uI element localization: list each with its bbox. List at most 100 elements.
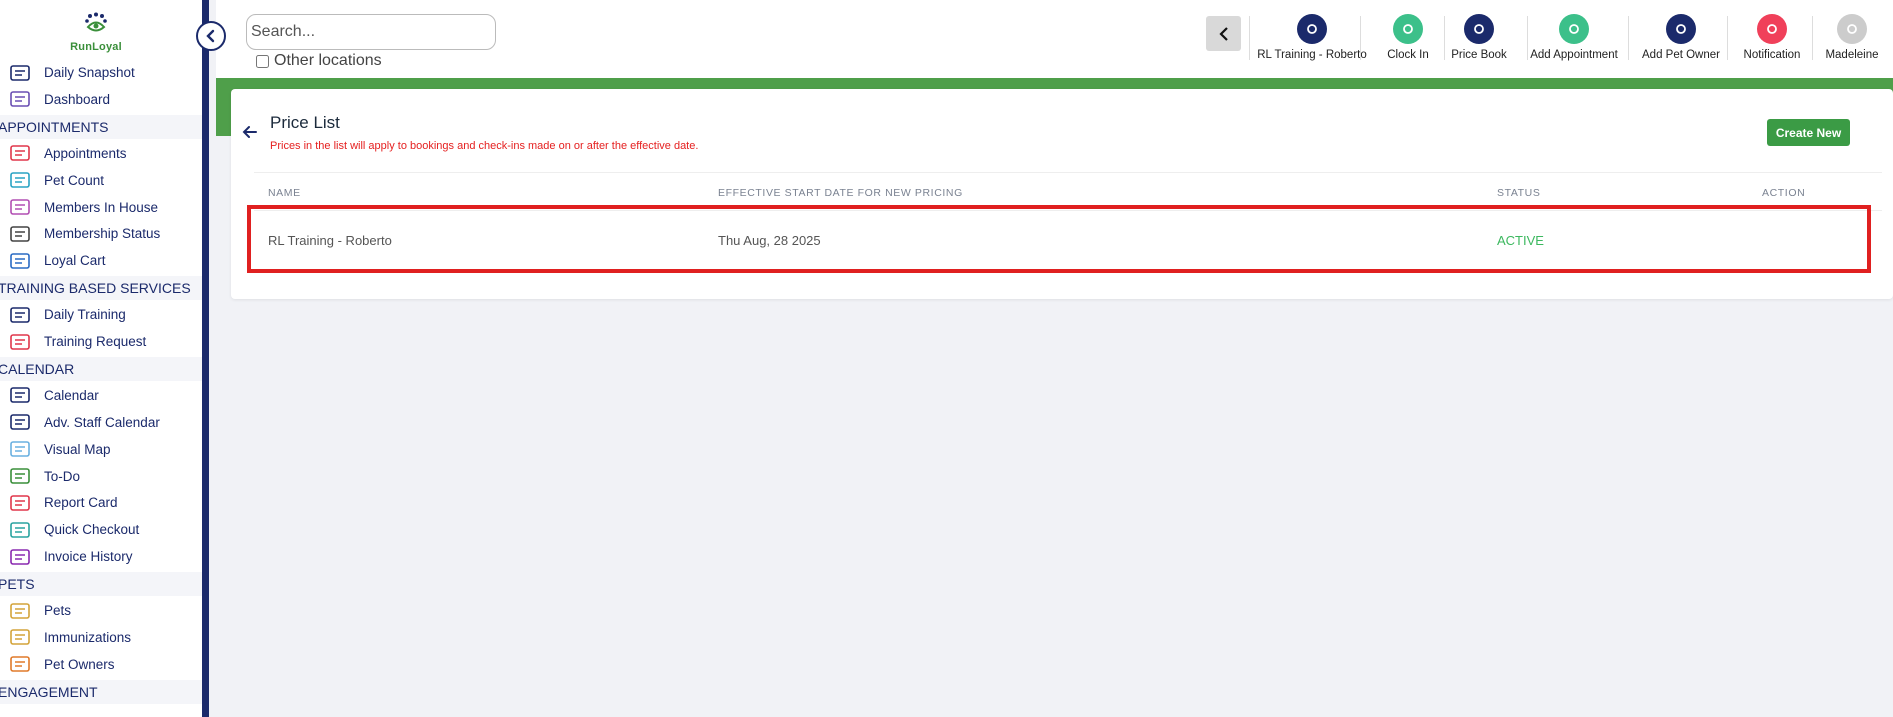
column-header-effective-date[interactable]: EFFECTIVE START DATE FOR NEW PRICING (718, 187, 963, 199)
sidebar-item-label: Membership Status (44, 226, 161, 242)
row-name: RL Training - Roberto (268, 233, 392, 248)
add-calendar-icon (1559, 14, 1589, 44)
sidebar-item-label: Immunizations (44, 629, 132, 645)
sidebar-item-label: Pets (44, 603, 72, 618)
create-new-button[interactable]: Create New (1767, 119, 1850, 146)
toolbar-back-button[interactable] (1206, 16, 1241, 51)
sidebar-item-report-card[interactable]: Report Card (0, 489, 118, 516)
shield-icon (7, 626, 33, 648)
sidebar-item-label: Daily Training (44, 307, 126, 323)
sidebar-item-label: Calendar (44, 387, 99, 403)
document-icon (1464, 14, 1494, 44)
page-title: Price List (270, 113, 340, 132)
sidebar-item-invoice-history[interactable]: Invoice History (0, 543, 133, 570)
person-icon (7, 653, 33, 675)
add-person-icon (1666, 14, 1696, 44)
house-icon (7, 196, 33, 218)
toolbar-label: Add Appointment (1530, 49, 1618, 61)
sidebar-item-label: Quick Checkout (44, 522, 140, 538)
chevron-left-icon (1218, 26, 1228, 41)
staff-calendar-icon (7, 411, 33, 433)
sidebar-item-label: Pet Count (44, 172, 105, 188)
sidebar-item-appointments[interactable]: Appointments (0, 140, 127, 167)
todo-icon (7, 465, 33, 487)
sidebar-section-label: PETS (0, 576, 35, 593)
sidebar-item-pet-owners[interactable]: Pet Owners (0, 651, 115, 678)
sidebar-item-daily-training[interactable]: Daily Training (0, 301, 126, 328)
sidebar-item-membership-status[interactable]: Membership Status (0, 220, 160, 247)
dashboard-icon (7, 88, 33, 110)
invoice-history-icon (7, 546, 33, 568)
column-header-name[interactable]: NAME (268, 187, 301, 199)
training-today-icon (7, 304, 33, 326)
toolbar-label: Madeleine (1825, 49, 1879, 61)
row-effective-date: Thu Aug, 28 2025 (718, 233, 821, 248)
sidebar-item-immunizations[interactable]: Immunizations (0, 624, 131, 651)
sidebar-item-calendar[interactable]: Calendar (0, 382, 99, 409)
sidebar-item-label: Report Card (44, 495, 118, 511)
sidebar-item-to-do[interactable]: To-Do (0, 463, 80, 490)
toolbar-madeleine[interactable]: Madeleine (1792, 14, 1893, 62)
sidebar-item-members-in-house[interactable]: Members In House (0, 194, 158, 221)
sidebar-item-label: Pet Owners (44, 656, 115, 672)
toolbar-divider (1444, 16, 1445, 60)
sidebar-item-visual-map[interactable]: Visual Map (0, 436, 111, 463)
sidebar-item-label: Loyal Cart (44, 253, 106, 269)
sidebar-item-dashboard[interactable]: Dashboard (0, 86, 110, 113)
logo-text: RunLoyal (70, 41, 122, 53)
runloyal-logo[interactable]: RunLoyal (68, 12, 124, 54)
sidebar-item-adv-staff-calendar[interactable]: Adv. Staff Calendar (0, 409, 160, 436)
page-subtitle: Prices in the list will apply to booking… (270, 140, 699, 152)
sidebar-item-loyal-cart[interactable]: Loyal Cart (0, 247, 106, 274)
row-status-badge: ACTIVE (1497, 233, 1544, 248)
other-locations-option[interactable]: Other locations (256, 52, 382, 70)
sidebar-section-label: CALENDAR (0, 360, 75, 377)
sidebar-item-label: Training Request (44, 334, 147, 349)
sidebar-item-label: Visual Map (44, 441, 111, 457)
sidebar-collapse-button[interactable] (196, 21, 226, 51)
cart-icon (7, 250, 33, 272)
bell-icon (1757, 14, 1787, 44)
toolbar-divider (1360, 16, 1361, 60)
search-input[interactable] (246, 14, 496, 50)
today-icon (7, 62, 33, 84)
toolbar-divider (1727, 16, 1728, 60)
other-locations-checkbox[interactable] (256, 54, 269, 68)
sidebar-item-label: To-Do (44, 468, 81, 484)
toolbar-label: Price Book (1451, 49, 1507, 61)
sidebar-section-appointments: APPOINTMENTS (0, 114, 202, 139)
toolbar-divider (1812, 16, 1813, 60)
paw-icon (7, 169, 33, 191)
training-request-icon (7, 331, 33, 353)
sidebar-item-pet-count[interactable]: Pet Count (0, 167, 104, 194)
toolbar-add-appointment[interactable]: Add Appointment (1514, 14, 1634, 62)
toolbar-divider (1527, 16, 1528, 60)
toolbar-label: Add Pet Owner (1642, 49, 1720, 61)
sidebar-section-pets: PETS (0, 572, 202, 597)
sidebar-item-label: Adv. Staff Calendar (44, 414, 160, 430)
sidebar-item-label: Invoice History (44, 549, 133, 565)
logo-paw-icon (85, 12, 107, 32)
sidebar-section-label: TRAINING BASED SERVICES (0, 280, 191, 297)
sidebar-section-training-based-services: TRAINING BASED SERVICES (0, 276, 202, 301)
sidebar-section-label: APPOINTMENTS (0, 118, 109, 135)
table-row[interactable]: RL Training - Roberto Thu Aug, 28 2025 A… (247, 205, 1871, 273)
sidebar-item-daily-snapshot[interactable]: Daily Snapshot (0, 59, 135, 86)
report-card-icon (7, 492, 33, 514)
sidebar-item-pets[interactable]: Pets (0, 597, 71, 624)
back-arrow-icon[interactable] (240, 122, 260, 142)
toolbar-divider (1249, 16, 1250, 60)
sidebar-item-label: Appointments (44, 145, 127, 161)
sidebar-item-training-request[interactable]: Training Request (0, 328, 146, 355)
toolbar-divider (1628, 16, 1629, 60)
sidebar-item-quick-checkout[interactable]: Quick Checkout (0, 516, 139, 543)
sidebar: RunLoyal Daily Snapshot Dashboard APPOINTM… (0, 0, 209, 717)
map-grid-icon (7, 438, 33, 460)
column-header-action: ACTION (1762, 187, 1806, 199)
sidebar-section-engagement: ENGAGEMENT (0, 679, 202, 704)
avatar-icon (1837, 14, 1867, 44)
sidebar-item-label: Members In House (44, 199, 159, 215)
sidebar-section-calendar: CALENDAR (0, 356, 202, 381)
calendar-grid-icon (7, 142, 33, 164)
column-header-status[interactable]: STATUS (1497, 187, 1540, 199)
